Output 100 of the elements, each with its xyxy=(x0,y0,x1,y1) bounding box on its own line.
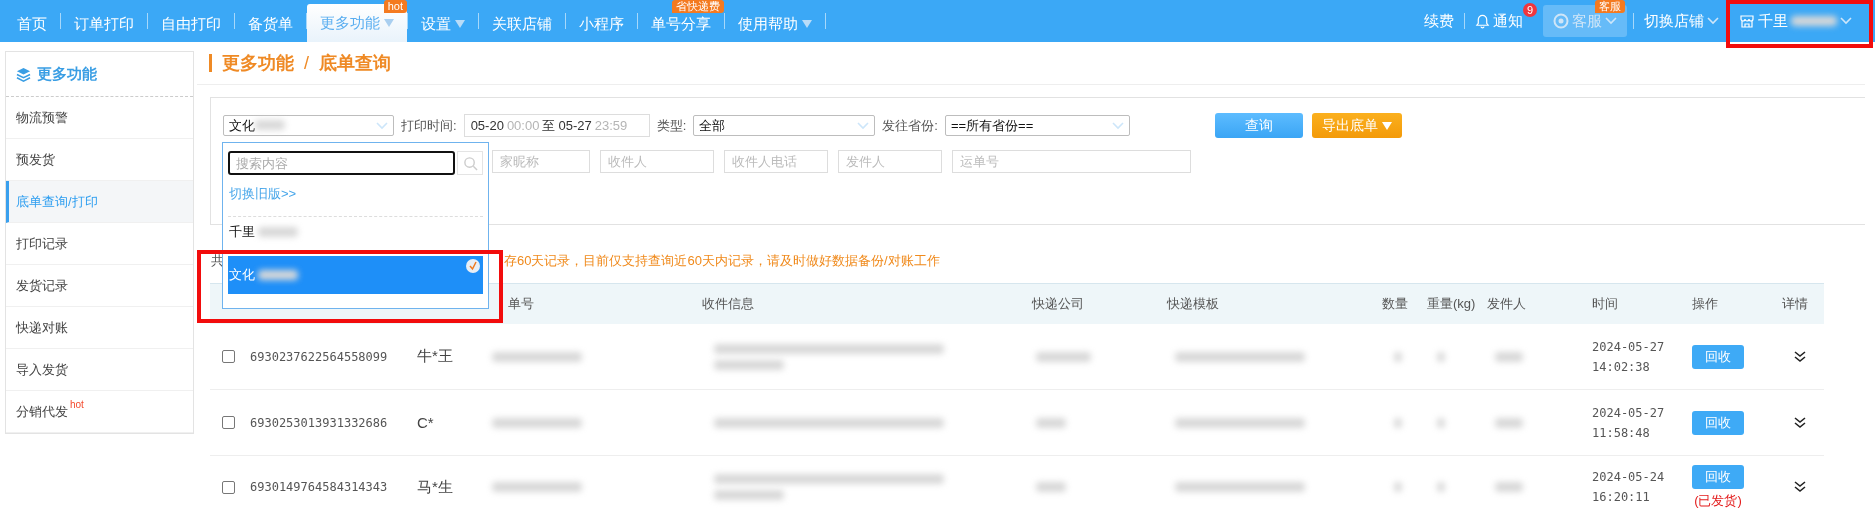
export-button[interactable]: 导出底单 xyxy=(1311,113,1402,138)
query-button[interactable]: 查询 xyxy=(1214,113,1303,138)
old-version-link[interactable]: 切换旧版>> xyxy=(229,185,483,203)
nav-tab[interactable]: 设置 xyxy=(408,14,478,34)
blurred-text xyxy=(258,270,298,280)
check-icon xyxy=(466,259,480,273)
sidebar-item[interactable]: 发货记录 xyxy=(6,265,193,307)
column-header: 快递公司 xyxy=(1032,295,1084,313)
nav-tab[interactable]: 订单打印 xyxy=(61,14,147,34)
shipped-status: (已发货) xyxy=(1694,491,1742,510)
search-field[interactable]: 收件人电话 xyxy=(724,150,828,173)
sidebar-item[interactable]: 底单查询/打印 xyxy=(6,181,193,223)
double-chevron-icon[interactable] xyxy=(1794,481,1806,493)
blurred-text xyxy=(1495,417,1523,428)
chevron-down-icon xyxy=(1605,17,1617,25)
column-header: 单号 xyxy=(508,295,534,313)
shop-option[interactable]: 文化 xyxy=(228,256,483,294)
chevron-down-icon xyxy=(1111,121,1124,130)
column-header: 快递模板 xyxy=(1167,295,1219,313)
receiver-name: 牛*王 xyxy=(417,347,453,366)
store-icon xyxy=(1739,13,1755,29)
blurred-text xyxy=(1036,482,1066,492)
chevron-down-icon xyxy=(1840,17,1852,25)
chevron-down-icon xyxy=(376,121,388,130)
column-header: 操作 xyxy=(1692,295,1718,313)
headset-icon xyxy=(1553,13,1569,29)
blurred-text xyxy=(714,359,784,370)
caret-icon xyxy=(1381,121,1392,130)
breadcrumb-separator: / xyxy=(304,52,309,74)
column-header: 重量(kg) xyxy=(1427,295,1476,313)
nav-tab[interactable]: 备货单 xyxy=(235,14,306,34)
shop-select[interactable]: 文化 xyxy=(223,115,394,136)
blurred-text xyxy=(714,490,784,500)
blurred-text xyxy=(255,119,285,130)
recycle-button[interactable]: 回收 xyxy=(1692,410,1744,435)
search-field[interactable]: 收件人 xyxy=(600,150,714,173)
sidebar-title: 更多功能 xyxy=(37,64,97,84)
store-menu[interactable]: 千里 xyxy=(1729,0,1875,42)
row-checkbox[interactable] xyxy=(222,350,235,363)
column-header: 发件人 xyxy=(1487,295,1526,313)
nav-tab[interactable]: 小程序 xyxy=(566,14,637,34)
date-range-field[interactable]: 05-20 00:00 至 05-27 23:59 xyxy=(463,114,650,137)
renew-link[interactable]: 续费 xyxy=(1414,11,1464,31)
column-header: 收件信息 xyxy=(702,295,754,313)
row-checkbox[interactable] xyxy=(222,480,235,494)
receiver-name: 马*生 xyxy=(417,477,453,497)
nav-tab[interactable]: 关联店铺 xyxy=(479,14,565,34)
notice-text: 存60天记录，目前仅支持查询近60天内记录，请及时做好数据备份/对账工作 xyxy=(504,252,940,270)
search-field[interactable]: 家昵称 xyxy=(492,150,590,173)
chevron-down-icon xyxy=(857,121,870,130)
row-checkbox[interactable] xyxy=(222,416,235,429)
layers-icon xyxy=(16,66,31,82)
sidebar-item[interactable]: 快递对账 xyxy=(6,307,193,349)
province-label: 发往省份: xyxy=(882,116,938,135)
nav-badge: 省快递费 xyxy=(672,0,724,13)
date-text: 2024-05-27 xyxy=(1592,405,1665,420)
recycle-button[interactable]: 回收 xyxy=(1692,464,1744,489)
sidebar-item[interactable]: 打印记录 xyxy=(6,223,193,265)
notification-count: 9 xyxy=(1523,3,1537,17)
sidebar-item[interactable]: 导入发货 xyxy=(6,349,193,391)
breadcrumb-item: 底单查询 xyxy=(319,52,391,75)
column-header: 详情 xyxy=(1782,295,1808,313)
sidebar-item[interactable]: 物流预警 xyxy=(6,97,193,139)
blurred-text xyxy=(1495,482,1523,492)
bell-icon xyxy=(1475,13,1490,29)
nav-tab[interactable]: 自由打印 xyxy=(148,14,234,34)
chevron-down-icon xyxy=(1707,17,1719,25)
nav-tab[interactable]: 单号分享 xyxy=(638,14,724,34)
time-text: 16:20:11 xyxy=(1592,490,1651,504)
nav-badge: hot xyxy=(383,0,407,13)
time-text: 14:02:38 xyxy=(1592,359,1651,374)
type-label: 类型: xyxy=(656,116,687,135)
breadcrumb-item[interactable]: 更多功能 xyxy=(222,51,294,75)
column-header: 时间 xyxy=(1592,295,1618,313)
double-chevron-icon[interactable] xyxy=(1794,350,1806,363)
date-text: 2024-05-24 xyxy=(1592,470,1665,484)
blurred-text xyxy=(258,227,298,237)
search-field[interactable]: 发件人 xyxy=(838,150,942,173)
blurred-text xyxy=(1791,16,1837,26)
order-number: 6930253013931332686 xyxy=(250,415,388,430)
order-number: 6930237622564558099 xyxy=(250,349,388,364)
service-badge: 客服 xyxy=(1595,0,1625,13)
province-select[interactable]: ==所有省份== xyxy=(944,115,1130,136)
blurred-text xyxy=(1036,351,1091,362)
blurred-text xyxy=(1036,417,1066,428)
shop-option[interactable]: 千里 xyxy=(228,217,483,247)
type-select[interactable]: 全部 xyxy=(693,115,876,136)
column-header: 数量 xyxy=(1382,295,1408,313)
search-field[interactable]: 运单号 xyxy=(952,150,1191,173)
recycle-button[interactable]: 回收 xyxy=(1692,344,1744,369)
order-number: 6930149764584314343 xyxy=(250,480,388,494)
blurred-text xyxy=(1495,351,1523,362)
time-text: 11:58:48 xyxy=(1592,425,1651,440)
receiver-name: C* xyxy=(417,414,434,431)
nav-tab[interactable]: 首页 xyxy=(4,14,60,34)
date-text: 2024-05-27 xyxy=(1592,339,1665,354)
switch-store-button[interactable]: 切换店铺 xyxy=(1634,11,1729,31)
double-chevron-icon[interactable] xyxy=(1794,416,1806,429)
search-input[interactable]: 搜索内容 xyxy=(228,151,456,175)
nav-tab[interactable]: 使用帮助 xyxy=(725,14,825,34)
